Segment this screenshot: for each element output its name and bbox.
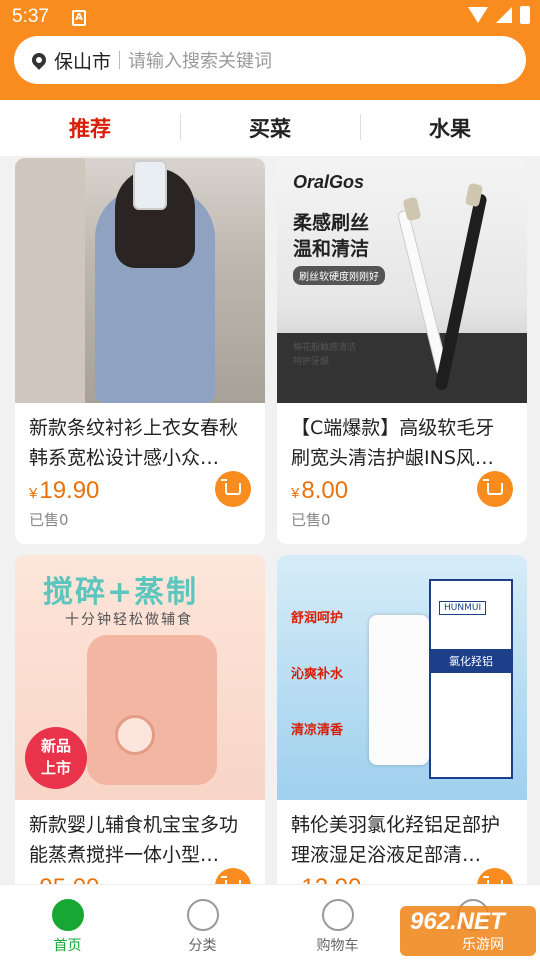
wifi-icon [468, 7, 488, 23]
nav-label: 分类 [188, 938, 217, 954]
box-brand: HUNMUI [439, 601, 487, 615]
cart-icon [221, 479, 241, 495]
status-time: 5:37 [12, 6, 49, 27]
product-price: ¥19.90 [29, 477, 100, 504]
nav-category[interactable]: 分类 [135, 885, 270, 960]
image-feature-points: 舒润呵护 沁爽补水 清凉清香 [291, 611, 344, 738]
background-shelf [15, 158, 85, 403]
product-card[interactable]: OralGos 柔感刷丝 温和清洁 刷丝软硬度刚刚好 棉花般触感清洁 呵护牙龈 … [277, 158, 527, 544]
image-headline: 搅碎+蒸制 [43, 575, 199, 610]
product-box: HUNMUI 氯化羟铝 [429, 579, 513, 779]
product-card[interactable]: 舒润呵护 沁爽补水 清凉清香 HUNMUI 氯化羟铝 韩伦美羽氯化羟铝足部护理液… [277, 555, 527, 895]
image-tag: 刷丝软硬度刚刚好 [293, 266, 385, 285]
nav-home[interactable]: 首页 [0, 885, 135, 960]
battery-icon [520, 6, 530, 24]
image-subheadline: 十分钟轻松做辅食 [65, 612, 193, 628]
add-to-cart-button[interactable] [477, 471, 513, 507]
city-selector[interactable]: 保山市 [54, 47, 111, 74]
image-brand-text: OralGos [293, 172, 365, 192]
search-divider [119, 51, 121, 69]
watermark-subtext: 乐游网 [462, 936, 504, 952]
add-to-cart-button[interactable] [215, 471, 251, 507]
product-image[interactable]: 舒润呵护 沁爽补水 清凉清香 HUNMUI 氯化羟铝 [277, 555, 527, 800]
cart-icon [321, 899, 354, 931]
cart-icon [483, 479, 503, 495]
image-headline: 柔感刷丝 温和清洁 [293, 212, 370, 260]
search-bar[interactable]: 保山市 请输入搜索关键词 [14, 36, 526, 84]
watermark-logo-text: 962.NET [410, 908, 505, 935]
sold-count: 已售0 [29, 511, 69, 529]
search-input[interactable]: 请输入搜索关键词 [128, 47, 272, 73]
nav-cart[interactable]: 购物车 [270, 885, 405, 960]
product-image[interactable]: OralGos 柔感刷丝 温和清洁 刷丝软硬度刚刚好 棉花般触感清洁 呵护牙龈 [277, 158, 527, 403]
sold-count: 已售0 [291, 511, 331, 529]
status-bar: 5:37 A [0, 0, 540, 36]
image-note: 棉花般触感清洁 呵护牙龈 [293, 343, 357, 367]
product-title[interactable]: 新款条纹衬衫上衣女春秋韩系宽松设计感小众… [15, 403, 265, 473]
product-image[interactable] [15, 158, 265, 403]
product-title[interactable]: 新款婴儿辅食机宝宝多功能蒸煮搅拌一体小型… [15, 800, 265, 870]
box-label: 氯化羟铝 [431, 649, 511, 673]
signal-icon [496, 7, 512, 23]
location-pin-icon[interactable] [29, 50, 49, 70]
header: 保山市 请输入搜索关键词 [0, 36, 540, 100]
tab-recommend[interactable]: 推荐 [0, 100, 180, 156]
product-image[interactable]: 搅碎+蒸制 十分钟轻松做辅食 新品 上市 [15, 555, 265, 800]
phone-shape [133, 160, 167, 210]
status-icons [468, 6, 530, 24]
list-icon [186, 899, 219, 931]
category-tabs: 推荐 买菜 水果 [0, 100, 540, 156]
product-card[interactable]: 新款条纹衬衫上衣女春秋韩系宽松设计感小众… ¥19.90 已售0 [15, 158, 265, 544]
new-arrival-badge: 新品 上市 [25, 727, 87, 789]
nav-label: 购物车 [316, 938, 359, 954]
product-price: ¥8.00 [291, 477, 349, 504]
tab-groceries[interactable]: 买菜 [180, 100, 360, 156]
price-row: ¥8.00 [277, 471, 527, 509]
product-title[interactable]: 韩伦美羽氯化羟铝足部护理液湿足浴液足部清… [277, 800, 527, 870]
machine-dial [115, 715, 155, 755]
nav-label: 首页 [53, 938, 82, 954]
spray-bottle [369, 615, 429, 765]
product-title[interactable]: 【C端爆款】高级软毛牙刷宽头清洁护龈INS风… [277, 403, 527, 473]
food-processor [87, 635, 217, 785]
tab-fruit[interactable]: 水果 [360, 100, 540, 156]
product-card[interactable]: 搅碎+蒸制 十分钟轻松做辅食 新品 上市 新款婴儿辅食机宝宝多功能蒸煮搅拌一体小… [15, 555, 265, 895]
site-watermark: 962.NET 乐游网 [400, 906, 536, 956]
app-notification-icon: A [72, 10, 86, 26]
price-row: ¥19.90 [15, 471, 265, 509]
home-icon [51, 899, 84, 931]
